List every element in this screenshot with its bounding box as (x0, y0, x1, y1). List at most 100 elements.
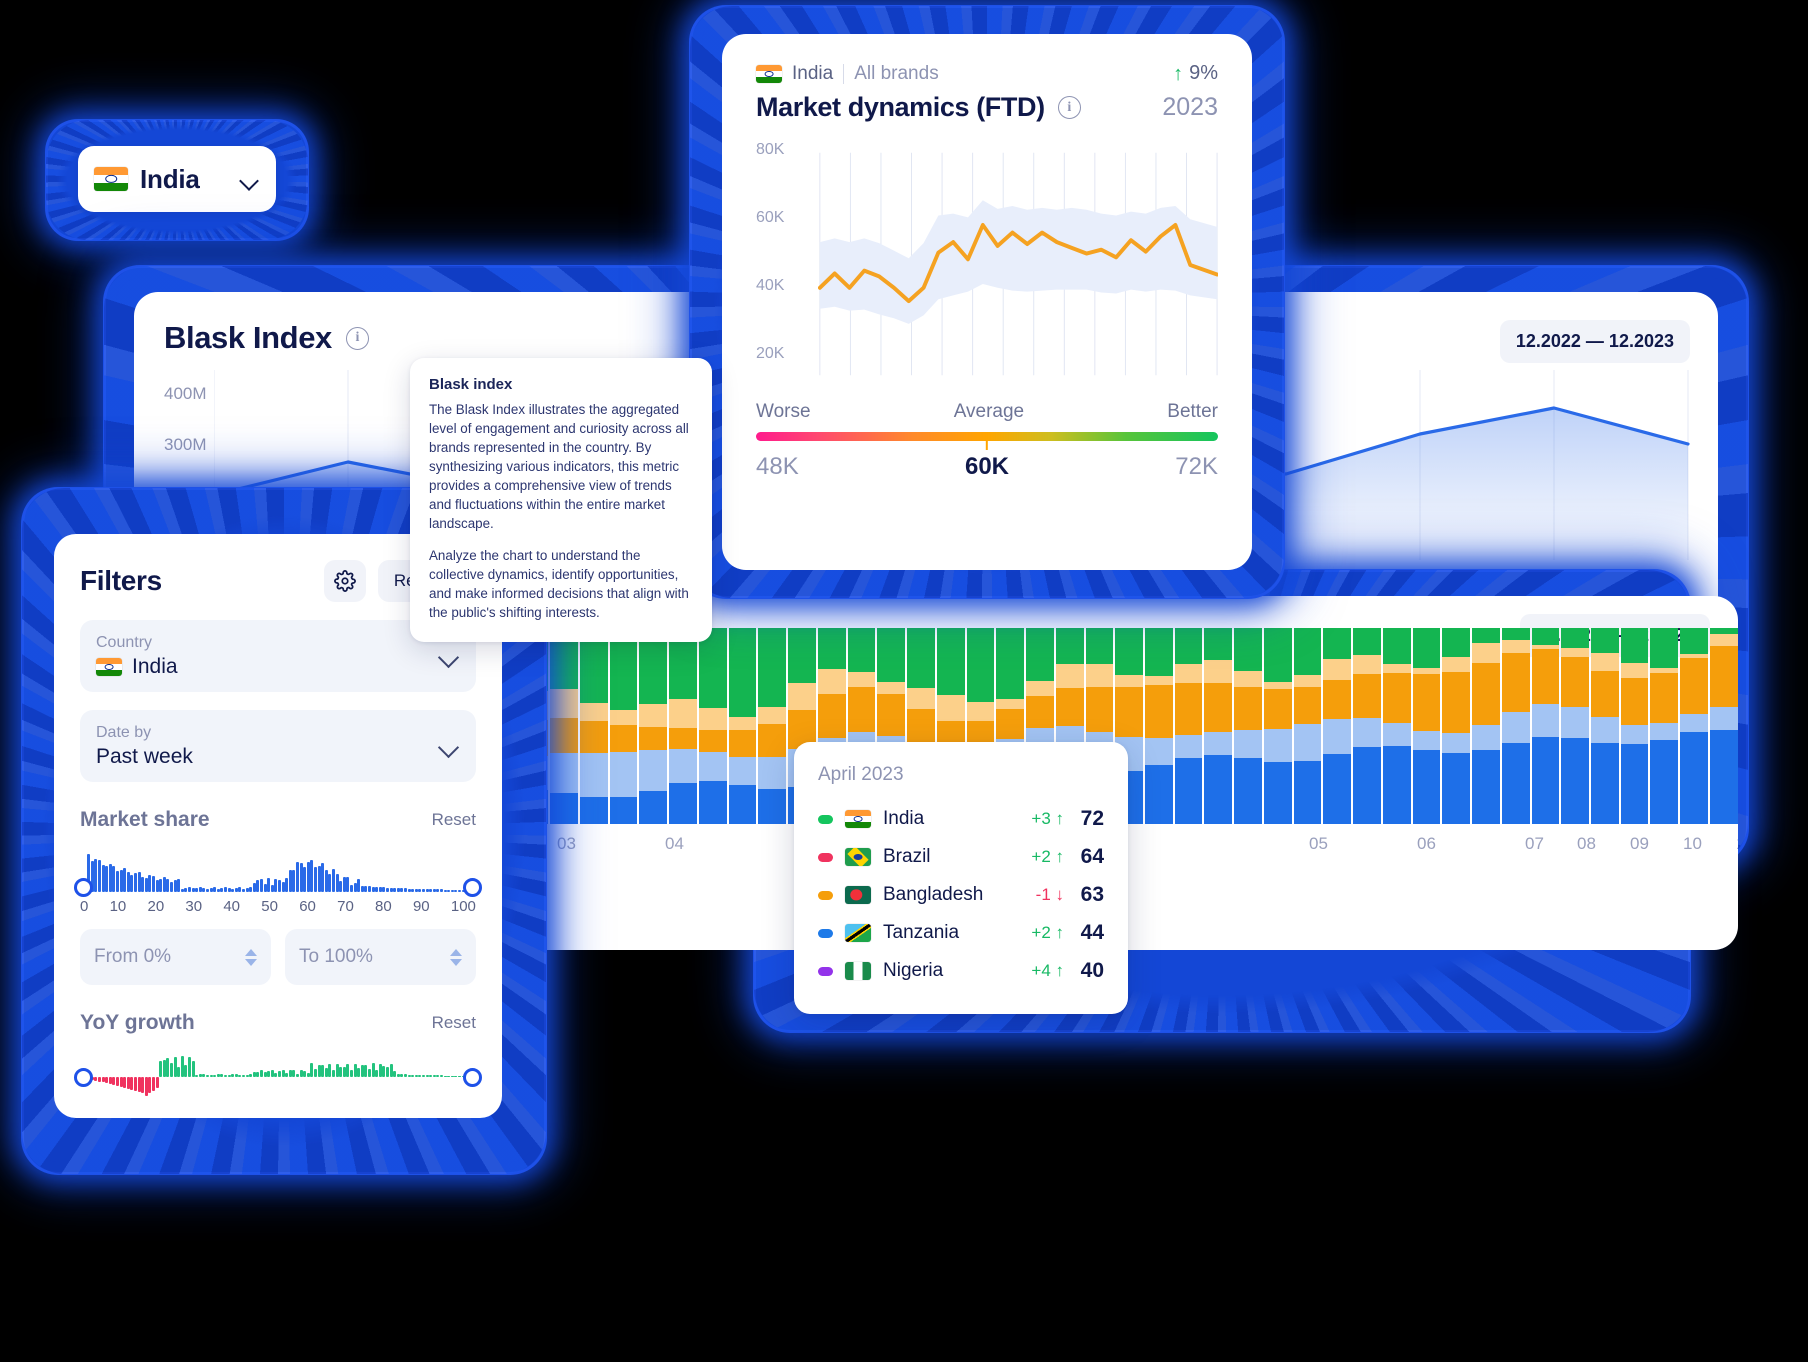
chevron-down-icon[interactable] (240, 169, 260, 189)
yoy-growth-reset-button[interactable]: Reset (432, 1013, 476, 1033)
histogram-bar (260, 1069, 263, 1077)
breadcrumb-brands[interactable]: All brands (854, 63, 939, 85)
histogram-bar (350, 1070, 353, 1077)
histogram-bar (188, 887, 191, 892)
country-selector-pill[interactable]: India (78, 146, 276, 212)
market-share-from-input[interactable]: From 0% (80, 929, 271, 985)
range-slider-handle-min[interactable] (74, 878, 93, 897)
bar-segment (1382, 672, 1411, 724)
bar-column[interactable] (1561, 628, 1589, 824)
bar-segment (758, 706, 787, 724)
bar-column[interactable] (1234, 628, 1262, 824)
bar-column[interactable] (1293, 628, 1322, 824)
date-by-filter-field[interactable]: Date by Past week (80, 710, 476, 782)
tooltip-metrics: -1 ↓ 63 (1036, 883, 1104, 907)
bar-segment (580, 720, 608, 753)
histogram-bar (335, 1064, 339, 1077)
bar-segment (1680, 713, 1708, 732)
bar-segment (1442, 732, 1471, 754)
bar-segment (877, 681, 906, 694)
bars-x-label-05: 05 (1309, 834, 1328, 853)
histogram-bar (180, 889, 184, 892)
gear-icon[interactable] (323, 560, 366, 602)
histogram-bar (148, 874, 152, 892)
histogram-bar (213, 1074, 217, 1077)
bar-segment (1680, 628, 1708, 655)
bar-segment (996, 699, 1025, 710)
chevron-down-icon[interactable] (438, 645, 460, 667)
bar-column[interactable] (609, 628, 638, 824)
histogram-bar (162, 1059, 166, 1077)
bar-column[interactable] (1174, 628, 1203, 824)
tick-label: 40 (223, 898, 241, 915)
bar-segment (1531, 703, 1560, 738)
bar-segment (1620, 678, 1649, 725)
bar-column[interactable] (550, 628, 579, 824)
bar-column[interactable] (1590, 628, 1619, 824)
bar-column[interactable] (758, 628, 787, 824)
histogram-bar (209, 887, 213, 892)
yoy-growth-histogram-slider[interactable] (74, 1049, 482, 1105)
bar-column[interactable] (1323, 628, 1352, 824)
bar-column[interactable] (1531, 628, 1560, 824)
bars-x-label-08: 08 (1577, 834, 1596, 853)
market-share-histogram-slider[interactable] (74, 846, 482, 897)
bar-column[interactable] (1680, 628, 1708, 824)
histogram-bar (144, 1077, 148, 1096)
histogram-bar (144, 877, 148, 892)
chevron-down-icon[interactable] (438, 735, 460, 757)
info-icon[interactable]: i (345, 326, 369, 350)
histogram-bar (324, 870, 328, 892)
bar-segment (669, 783, 697, 824)
bar-column[interactable] (580, 628, 608, 824)
breadcrumb-country[interactable]: India (792, 63, 833, 85)
market-share-reset-button[interactable]: Reset (432, 810, 476, 830)
histogram-bar (281, 1069, 285, 1077)
bar-column[interactable] (669, 628, 697, 824)
histogram-bar (432, 1075, 436, 1077)
bar-column[interactable] (1382, 628, 1411, 824)
market-share-to-input[interactable]: To 100% (285, 929, 476, 985)
blask-date-range-chip[interactable]: 12.2022 — 12.2023 (1499, 320, 1690, 363)
histogram-bar (227, 1074, 231, 1077)
bar-column[interactable] (1144, 628, 1173, 824)
range-slider-handle-min[interactable] (74, 1068, 93, 1087)
info-icon[interactable]: i (1057, 96, 1081, 119)
bar-column[interactable] (1501, 628, 1530, 824)
histogram-bar (414, 888, 418, 892)
bar-segment (1293, 675, 1322, 687)
bar-column[interactable] (639, 628, 668, 824)
histogram-bar (299, 862, 303, 892)
y-axis-label-300m: 300M (164, 435, 207, 454)
bar-segment (1055, 664, 1084, 688)
bar-column[interactable] (1620, 628, 1649, 824)
bar-column[interactable] (1263, 628, 1292, 824)
bar-segment (1144, 628, 1173, 677)
histogram-bar (267, 877, 271, 892)
bars-x-label-06: 06 (1417, 834, 1436, 853)
histogram-bar (458, 889, 461, 892)
bar-column[interactable] (1650, 628, 1679, 824)
histogram-bar (256, 1071, 260, 1077)
bar-column[interactable] (728, 628, 757, 824)
histogram-bar (238, 1074, 242, 1077)
bar-column[interactable] (1353, 628, 1381, 824)
bar-segment (1323, 679, 1352, 720)
histogram-bar (414, 1074, 418, 1077)
stepper-icon[interactable] (450, 948, 462, 966)
range-slider-handle-max[interactable] (463, 1068, 482, 1087)
histogram-bar (389, 1063, 393, 1077)
bar-column[interactable] (1472, 628, 1500, 824)
histogram-bar (368, 1068, 371, 1077)
histogram-bar (267, 1071, 271, 1077)
bar-column[interactable] (1709, 628, 1738, 824)
bar-column[interactable] (698, 628, 727, 824)
bar-column[interactable] (1204, 628, 1233, 824)
bar-segment (1144, 685, 1173, 739)
tooltip-row: Tanzania +2 ↑ 44 (818, 914, 1104, 952)
bar-column[interactable] (1412, 628, 1441, 824)
range-slider-handle-max[interactable] (463, 878, 482, 897)
series-color-dot (818, 890, 833, 900)
bar-column[interactable] (1442, 628, 1471, 824)
stepper-icon[interactable] (245, 948, 257, 966)
